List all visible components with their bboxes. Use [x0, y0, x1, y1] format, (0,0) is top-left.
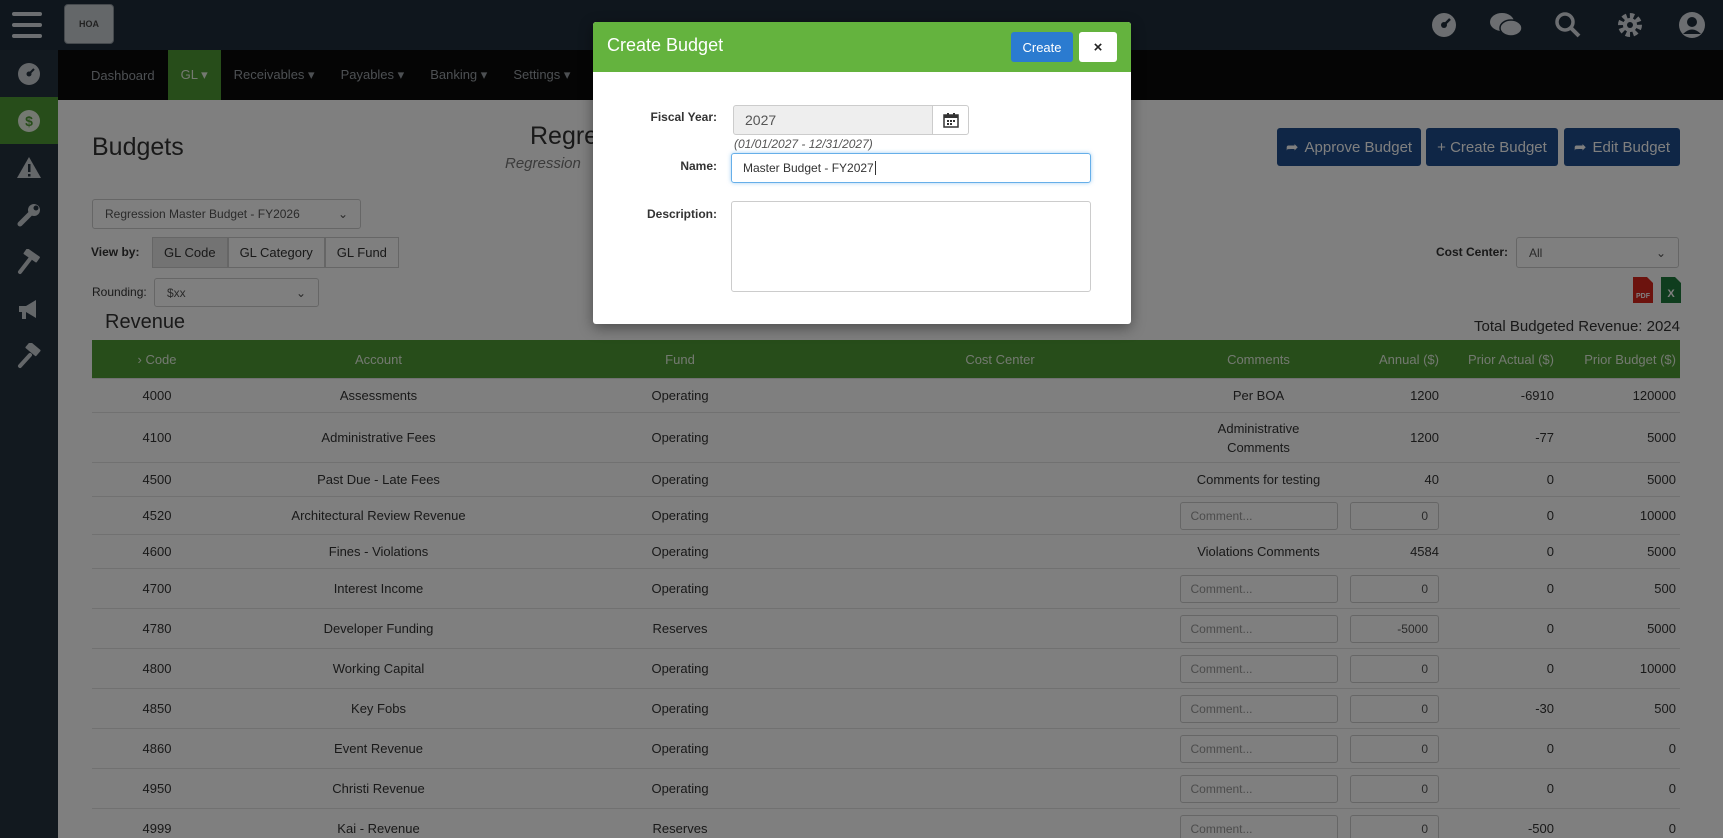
modal-header: Create Budget Create ×: [593, 22, 1131, 72]
close-icon[interactable]: ×: [1079, 32, 1117, 62]
description-textarea[interactable]: [731, 201, 1091, 292]
name-label: Name:: [680, 159, 717, 173]
name-input[interactable]: Master Budget - FY2027: [731, 153, 1091, 183]
calendar-icon[interactable]: [932, 105, 969, 135]
fiscal-year-range: (01/01/2027 - 12/31/2027): [734, 137, 873, 151]
fiscal-year-label: Fiscal Year:: [650, 110, 718, 124]
name-input-value: Master Budget - FY2027: [743, 161, 874, 175]
create-budget-modal: Create Budget Create × Fiscal Year: 2027…: [593, 22, 1131, 324]
fiscal-year-input[interactable]: 2027: [733, 105, 933, 135]
description-label: Description:: [646, 207, 717, 221]
modal-create-button[interactable]: Create: [1011, 32, 1073, 62]
text-cursor: [874, 161, 876, 175]
modal-title: Create Budget: [607, 35, 724, 55]
